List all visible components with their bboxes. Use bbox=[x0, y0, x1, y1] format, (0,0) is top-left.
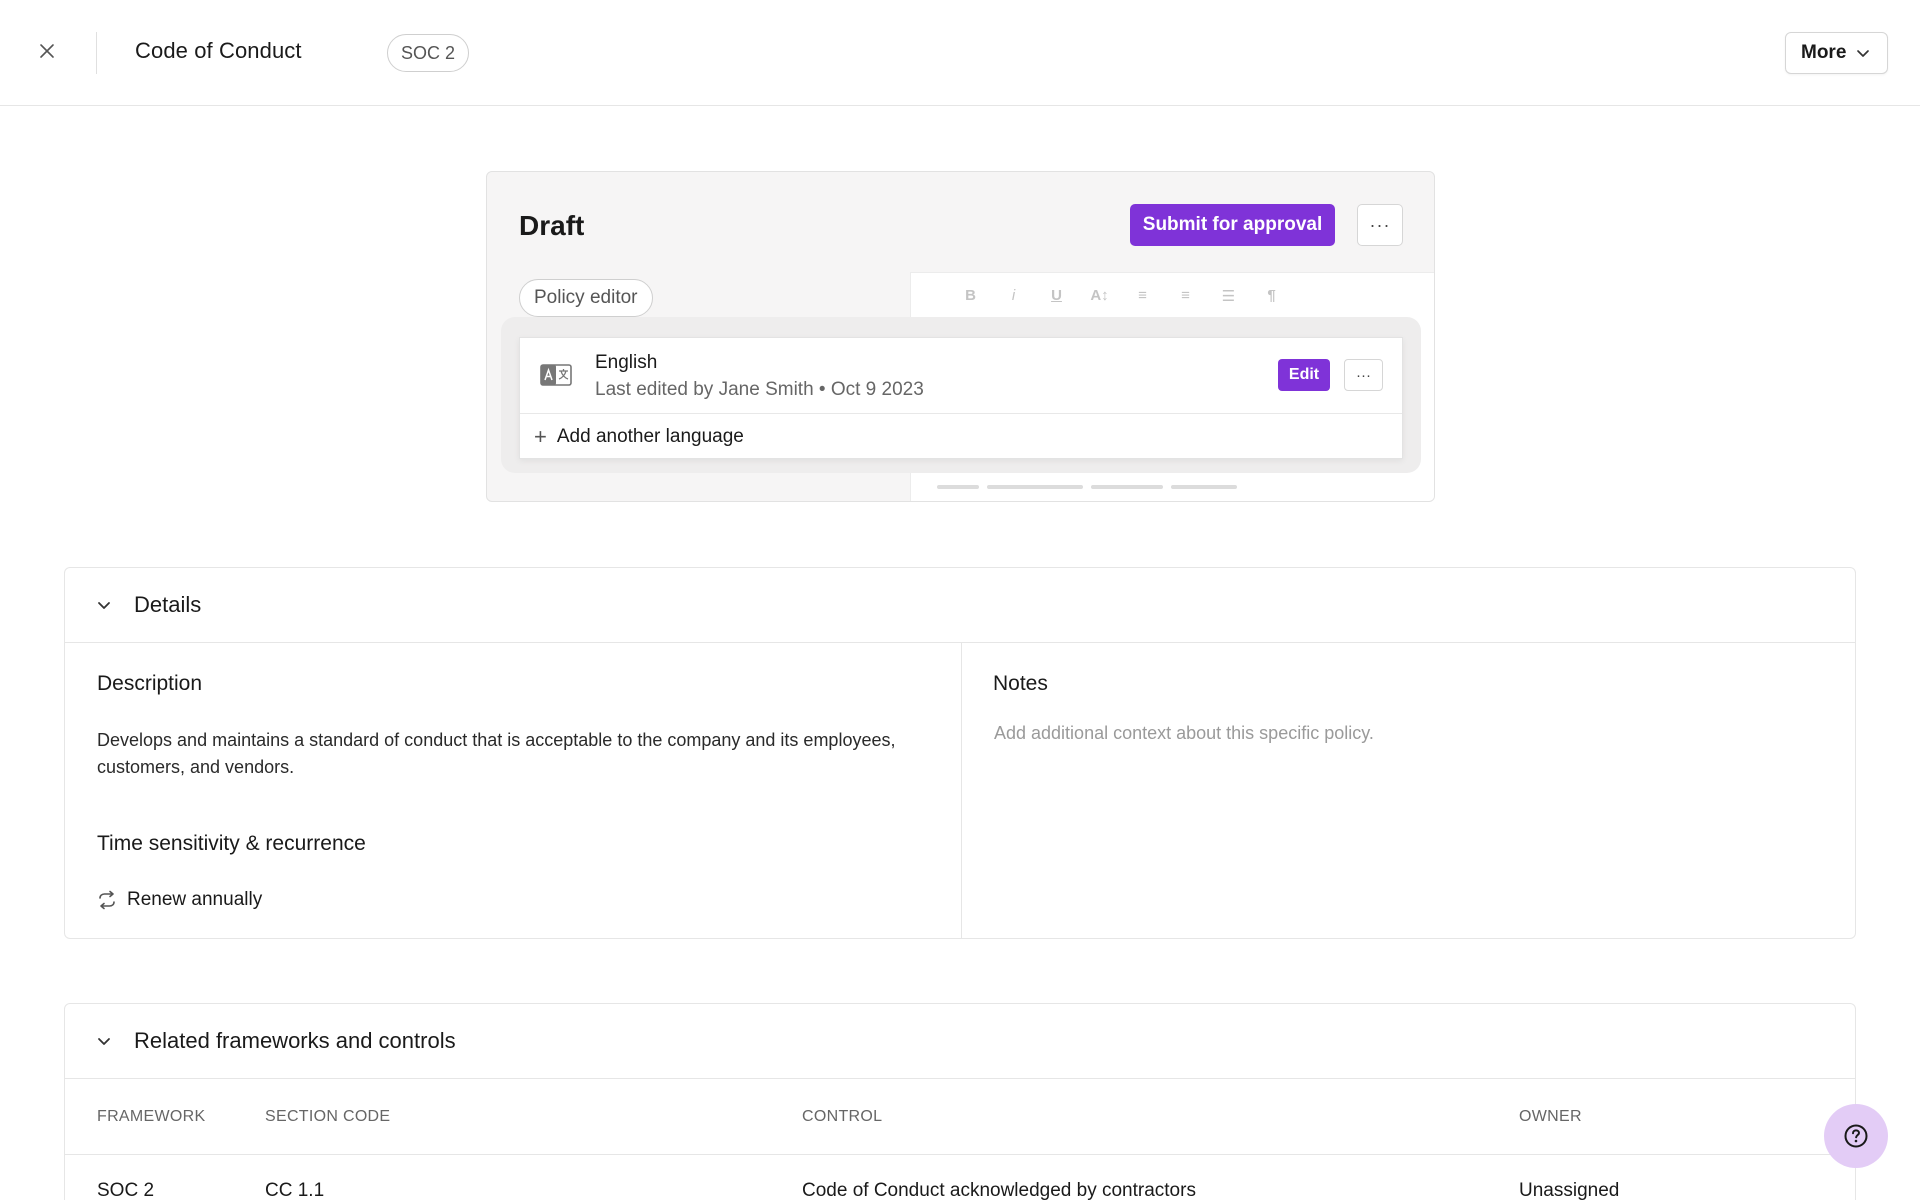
language-box: English Last edited by Jane Smith • Oct … bbox=[519, 337, 1403, 459]
description-title: Description bbox=[97, 672, 203, 695]
editor-toolbar: B i U A↕ ≡ ≡ ☰ ¶ bbox=[961, 287, 1281, 305]
more-button-label: More bbox=[1801, 42, 1847, 63]
add-language-label: Add another language bbox=[556, 426, 744, 447]
align-center-icon: ≡ bbox=[1181, 287, 1190, 304]
language-row[interactable]: English Last edited by Jane Smith • Oct … bbox=[520, 338, 1402, 414]
column-header-framework[interactable]: FRAMEWORK bbox=[97, 1108, 205, 1126]
close-icon bbox=[40, 44, 54, 58]
add-another-language-button[interactable]: + Add another language bbox=[534, 424, 744, 450]
submit-for-approval-button[interactable]: Submit for approval bbox=[1130, 204, 1335, 246]
page-title: Code of Conduct bbox=[135, 38, 302, 63]
ellipsis-icon: ··· bbox=[1356, 366, 1371, 384]
help-button[interactable] bbox=[1824, 1104, 1888, 1168]
list-icon: ☰ bbox=[1221, 288, 1236, 305]
details-panel: Details Description Develops and maintai… bbox=[64, 567, 1856, 939]
align-left-icon: ≡ bbox=[1138, 287, 1147, 304]
italic-icon: i bbox=[1011, 287, 1016, 304]
edit-language-button[interactable]: Edit bbox=[1278, 359, 1330, 391]
translate-icon bbox=[540, 364, 572, 386]
related-header[interactable]: Related frameworks and controls bbox=[65, 1004, 1855, 1079]
description-text: Develops and maintains a standard of con… bbox=[97, 730, 896, 777]
font-size-icon: A↕ bbox=[1090, 287, 1109, 304]
draft-title: Draft bbox=[519, 210, 585, 241]
more-button[interactable]: More bbox=[1785, 32, 1888, 74]
column-header-control[interactable]: CONTROL bbox=[802, 1108, 882, 1126]
chevron-down-icon[interactable] bbox=[95, 1032, 113, 1050]
chevron-down-icon[interactable] bbox=[95, 596, 113, 614]
chevron-down-icon bbox=[1857, 50, 1870, 57]
header-divider bbox=[96, 32, 97, 74]
details-title: Details bbox=[134, 592, 202, 617]
details-column-divider bbox=[961, 643, 962, 938]
recurrence-label: Renew annually bbox=[127, 889, 263, 910]
details-header[interactable]: Details bbox=[65, 568, 1855, 643]
related-frameworks-panel: Related frameworks and controls FRAMEWOR… bbox=[64, 1003, 1856, 1200]
cell-section-code: CC 1.1 bbox=[265, 1180, 325, 1200]
bold-icon: B bbox=[965, 287, 976, 304]
language-last-edited: Last edited by Jane Smith • Oct 9 2023 bbox=[595, 379, 924, 400]
column-header-section-code[interactable]: SECTION CODE bbox=[265, 1108, 390, 1126]
notes-input[interactable]: Add additional context about this specif… bbox=[994, 723, 1374, 744]
language-more-button[interactable]: ··· bbox=[1344, 359, 1383, 391]
column-header-owner[interactable]: OWNER bbox=[1519, 1108, 1582, 1126]
plus-icon: + bbox=[534, 424, 547, 449]
framework-tag[interactable]: SOC 2 bbox=[387, 34, 470, 72]
table-header: FRAMEWORK SECTION CODE CONTROL OWNER bbox=[65, 1079, 1855, 1155]
draft-more-button[interactable]: ··· bbox=[1357, 204, 1403, 246]
repeat-icon bbox=[99, 890, 115, 910]
underline-icon: U bbox=[1051, 287, 1062, 304]
notes-title: Notes bbox=[993, 672, 1048, 695]
cell-owner[interactable]: Unassigned bbox=[1519, 1180, 1619, 1200]
help-icon bbox=[1844, 1124, 1868, 1148]
policy-editor-pill[interactable]: Policy editor bbox=[519, 279, 653, 317]
cell-control[interactable]: Code of Conduct acknowledged by contract… bbox=[802, 1180, 1196, 1200]
recurrence-title: Time sensitivity & recurrence bbox=[97, 832, 366, 855]
close-button[interactable] bbox=[32, 36, 62, 66]
recurrence-value: Renew annually bbox=[97, 889, 262, 911]
page-header: Code of Conduct SOC 2 More bbox=[0, 0, 1920, 106]
ellipsis-icon: ··· bbox=[1369, 214, 1391, 235]
related-title: Related frameworks and controls bbox=[134, 1028, 456, 1053]
paragraph-icon: ¶ bbox=[1267, 287, 1276, 304]
cell-framework: SOC 2 bbox=[97, 1180, 155, 1200]
language-name: English bbox=[595, 352, 658, 373]
draft-card: B i U A↕ ≡ ≡ ☰ ¶ Draft Submit for approv… bbox=[486, 171, 1435, 502]
